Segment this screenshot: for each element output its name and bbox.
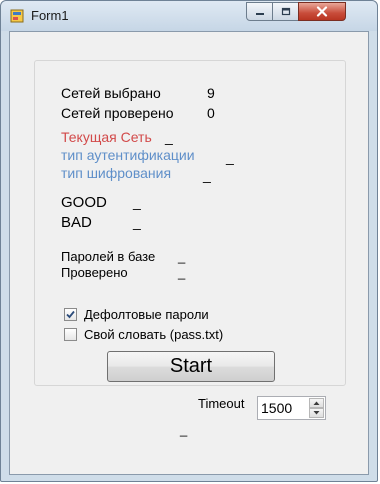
passwords-checked-value: _ xyxy=(178,265,186,280)
cipher-type-label: тип шифрования xyxy=(61,165,172,181)
bad-label: BAD xyxy=(61,214,92,231)
checkmark-icon xyxy=(66,310,75,319)
arrow-up-icon xyxy=(313,401,320,405)
bad-value: _ xyxy=(133,214,141,230)
networks-selected-label: Сетей выбрано xyxy=(61,85,161,101)
window-title: Form1 xyxy=(31,8,69,23)
good-label: GOOD xyxy=(61,194,107,211)
default-passwords-checkbox[interactable] xyxy=(64,308,77,321)
passwords-checked-label: Проверено xyxy=(61,265,128,280)
default-passwords-label[interactable]: Дефолтовые пароли xyxy=(84,307,209,322)
form-client-area: Сетей выбрано 9 Сетей проверено 0 Текуща… xyxy=(9,31,369,475)
status-text: _ xyxy=(180,422,188,437)
networks-checked-value: 0 xyxy=(207,105,215,121)
minimize-icon xyxy=(255,12,264,15)
good-value: _ xyxy=(133,194,141,210)
arrow-down-icon xyxy=(313,411,320,415)
current-network-label: Текущая Сеть xyxy=(61,129,152,145)
networks-selected-value: 9 xyxy=(207,85,215,101)
close-icon xyxy=(316,6,328,17)
auth-type-value: _ xyxy=(226,149,234,165)
own-dictionary-checkbox[interactable] xyxy=(64,328,77,341)
networks-checked-label: Сетей проверено xyxy=(61,105,174,121)
spinner-buttons xyxy=(309,398,324,418)
spinner-up-button[interactable] xyxy=(309,398,324,408)
form-app-icon xyxy=(10,9,24,23)
current-network-value: _ xyxy=(165,129,173,145)
maximize-icon xyxy=(281,7,290,16)
passwords-in-base-label: Паролей в базе xyxy=(61,249,156,264)
minimize-button[interactable] xyxy=(246,2,273,21)
timeout-label: Timeout xyxy=(198,396,245,411)
timeout-value[interactable]: 1500 xyxy=(261,400,292,416)
spinner-down-button[interactable] xyxy=(309,408,324,418)
close-button[interactable] xyxy=(298,2,346,21)
passwords-in-base-value: _ xyxy=(178,249,186,264)
auth-type-label: тип аутентификации xyxy=(61,147,195,163)
cipher-type-value: _ xyxy=(203,167,211,183)
title-bar[interactable]: Form1 xyxy=(1,1,377,31)
main-window: Form1 Сетей выбрано 9 Сетей проверено 0 … xyxy=(0,0,378,482)
timeout-spinner[interactable]: 1500 xyxy=(257,396,326,420)
own-dictionary-label[interactable]: Свой словать (pass.txt) xyxy=(84,327,223,342)
maximize-button[interactable] xyxy=(272,2,299,21)
start-button[interactable]: Start xyxy=(107,351,275,382)
